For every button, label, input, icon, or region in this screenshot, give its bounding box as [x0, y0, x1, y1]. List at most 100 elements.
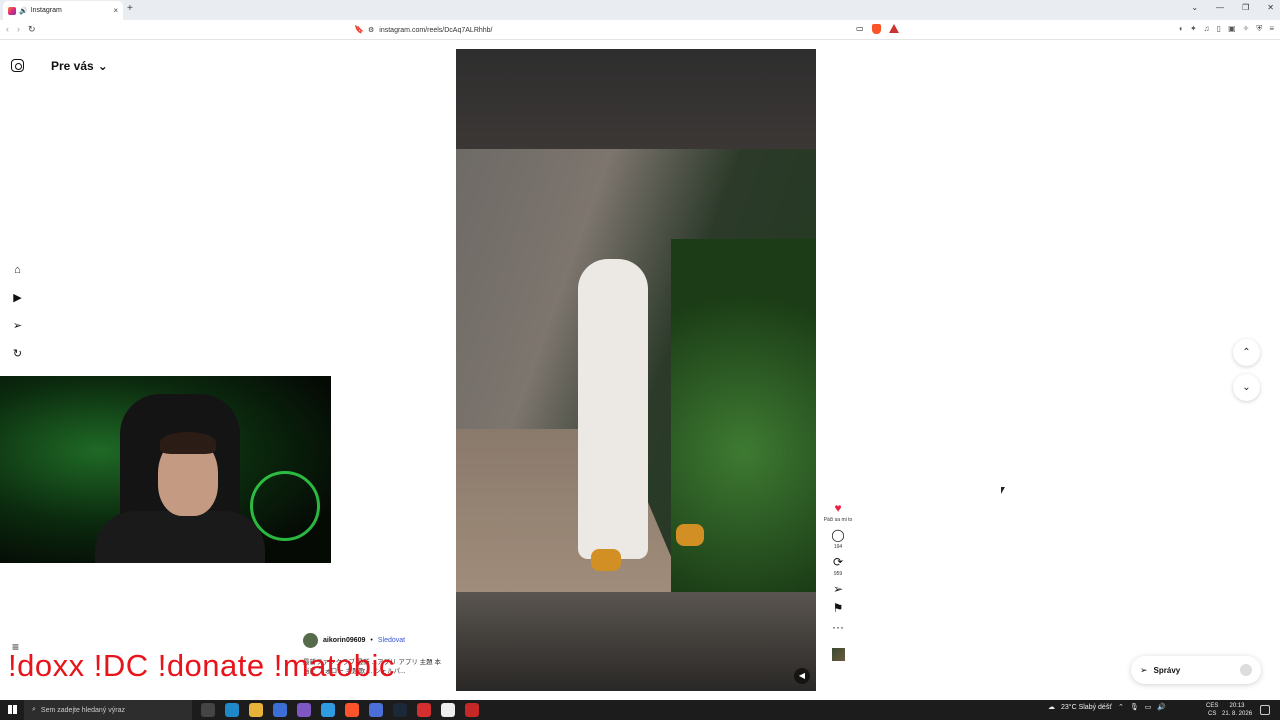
steam-icon[interactable] [393, 703, 407, 717]
app-icon-4[interactable] [417, 703, 431, 717]
close-tab-icon[interactable]: × [113, 6, 118, 15]
app-icon-3[interactable] [369, 703, 383, 717]
extension-icon[interactable]: ✦ [1190, 24, 1197, 34]
comment-icon[interactable]: ◯ [831, 529, 844, 542]
sidebar-icon[interactable]: ▯ [1217, 24, 1221, 34]
reels-icon[interactable]: ▶ [11, 292, 24, 305]
cast-icon[interactable]: ▭ [856, 24, 864, 34]
brave-rewards-icon[interactable] [888, 24, 899, 33]
video-scene [456, 149, 816, 592]
minimize-button[interactable]: — [1216, 3, 1224, 12]
instagram-favicon-icon [8, 6, 16, 15]
back-icon[interactable]: ‹ [6, 24, 9, 35]
input-language[interactable]: CES CS [1206, 702, 1218, 718]
taskbar-search[interactable]: ⌕ Sem zadejte hledaný výraz [24, 700, 192, 720]
site-info-icon[interactable]: ⚙ [368, 26, 374, 34]
network-icon[interactable]: ▭ [1145, 703, 1152, 711]
author-name[interactable]: aikorin09609 [323, 637, 365, 644]
maximize-button[interactable]: ❐ [1242, 3, 1249, 12]
repost-action[interactable]: ⟳ 959 [833, 556, 843, 578]
browser-tab-bar: 🔊 Instagram × + ⌄ — ❐ ✕ [0, 0, 1280, 20]
address-bar-actions: ▭ [856, 24, 899, 34]
app-icon-2[interactable] [321, 703, 335, 717]
browser-tab-instagram[interactable]: 🔊 Instagram × [3, 1, 123, 20]
separator-dot: • [370, 637, 373, 644]
more-action[interactable]: ··· [832, 621, 844, 634]
address-bar[interactable]: ⚙ instagram.com/reels/DcAq7ALRhhb/ [368, 23, 908, 37]
feed-selector[interactable]: Pre vás ⌄ [51, 59, 108, 73]
previous-reel-button[interactable]: ⌃ [1233, 339, 1260, 366]
volume-icon[interactable]: 🔊 [1157, 703, 1166, 711]
notifications-icon[interactable] [1260, 705, 1270, 715]
mute-icon[interactable]: ◀ [794, 668, 810, 684]
app-icon-6[interactable] [465, 703, 479, 717]
mic-icon[interactable]: 🎙 [1130, 703, 1139, 711]
instagram-icon[interactable] [11, 59, 24, 72]
left-nav-rail: ⌂ ▶ ➢ ↻ [11, 264, 24, 361]
more-icon[interactable]: ··· [832, 621, 844, 634]
vpn-icon[interactable]: ⛨ [1256, 24, 1262, 34]
save-action[interactable]: ⚑ [833, 602, 844, 615]
share-icon[interactable]: ➢ [833, 583, 843, 596]
dancing-person [578, 259, 648, 559]
repost-icon[interactable]: ⟳ [833, 556, 843, 569]
reload-icon[interactable]: ↻ [28, 24, 36, 35]
heart-icon[interactable]: ♥ [834, 502, 841, 515]
audio-icon[interactable]: ◖ [1178, 24, 1183, 34]
clock-time: 20:13 [1229, 703, 1245, 709]
task-view-icon[interactable] [201, 703, 215, 717]
like-label: Páči sa mi to [823, 517, 853, 523]
send-icon: ➢ [1140, 664, 1148, 675]
boot-right [676, 524, 704, 546]
comment-action[interactable]: ◯ 194 [831, 529, 844, 551]
direct-icon[interactable]: ➢ [11, 320, 24, 333]
window-controls: ⌄ — ❐ ✕ [1191, 3, 1274, 12]
reel-actions: ♥ Páči sa mi to ◯ 194 ⟳ 959 ➢ ⚑ ··· [820, 502, 856, 661]
music-icon[interactable]: ♫ [1204, 24, 1210, 34]
like-action[interactable]: ♥ Páči sa mi to [823, 502, 853, 524]
close-window-button[interactable]: ✕ [1267, 3, 1274, 12]
tray-chevron-icon[interactable]: ⌃ [1118, 703, 1124, 711]
explorer-icon[interactable] [249, 703, 263, 717]
app-icon-5[interactable] [441, 703, 455, 717]
weather-icon[interactable]: ☁ [1048, 703, 1055, 711]
edge-icon[interactable] [225, 703, 239, 717]
brave-icon[interactable] [345, 703, 359, 717]
lang-top: CES [1206, 703, 1219, 709]
avatar[interactable] [303, 633, 318, 648]
weather-text[interactable]: 23°C Slabý déšť [1061, 704, 1112, 711]
tab-search-icon[interactable]: ⌄ [1191, 3, 1198, 12]
speaker-icon[interactable]: 🔊 [19, 7, 28, 15]
streamer-webcam [0, 376, 331, 563]
boot-left [591, 549, 621, 571]
brave-shields-icon[interactable] [871, 24, 881, 34]
reel-video[interactable]: ◀ [456, 49, 816, 691]
chevron-down-icon: ⌄ [1242, 382, 1251, 393]
clock-date: 21. 8. 2026 [1222, 711, 1253, 717]
new-tab-button[interactable]: + [127, 3, 133, 14]
forward-icon[interactable]: › [17, 24, 20, 35]
share-action[interactable]: ➢ [833, 583, 843, 596]
chevron-down-icon: ⌄ [97, 59, 108, 73]
audio-avatar[interactable] [831, 648, 845, 661]
save-icon[interactable]: ⚑ [833, 602, 844, 615]
messages-avatar [1240, 664, 1252, 676]
bookmark-icon[interactable]: 🔖 [354, 25, 364, 34]
follow-button[interactable]: Sledovat [378, 637, 405, 644]
rgb-fan [250, 471, 320, 541]
messages-button[interactable]: ➢ Správy [1131, 656, 1261, 684]
home-icon[interactable]: ⌂ [11, 264, 24, 277]
repost-count: 959 [833, 571, 843, 577]
explore-icon[interactable]: ↻ [11, 348, 24, 361]
next-reel-button[interactable]: ⌄ [1233, 374, 1260, 401]
search-placeholder: Sem zadejte hledaný výraz [40, 706, 125, 714]
store-icon[interactable] [273, 703, 287, 717]
app-icon[interactable] [297, 703, 311, 717]
clock[interactable]: 20:13 21. 8. 2026 [1222, 702, 1252, 718]
menu-icon[interactable]: ≡ [1269, 24, 1274, 34]
start-button[interactable] [8, 705, 17, 714]
leo-icon[interactable]: ✧ [1243, 24, 1250, 34]
search-icon: ⌕ [32, 706, 36, 713]
system-tray: ☁ 23°C Slabý déšť ⌃ 🎙 ▭ 🔊 [1048, 703, 1166, 712]
wallet-icon[interactable]: ▣ [1228, 24, 1236, 34]
